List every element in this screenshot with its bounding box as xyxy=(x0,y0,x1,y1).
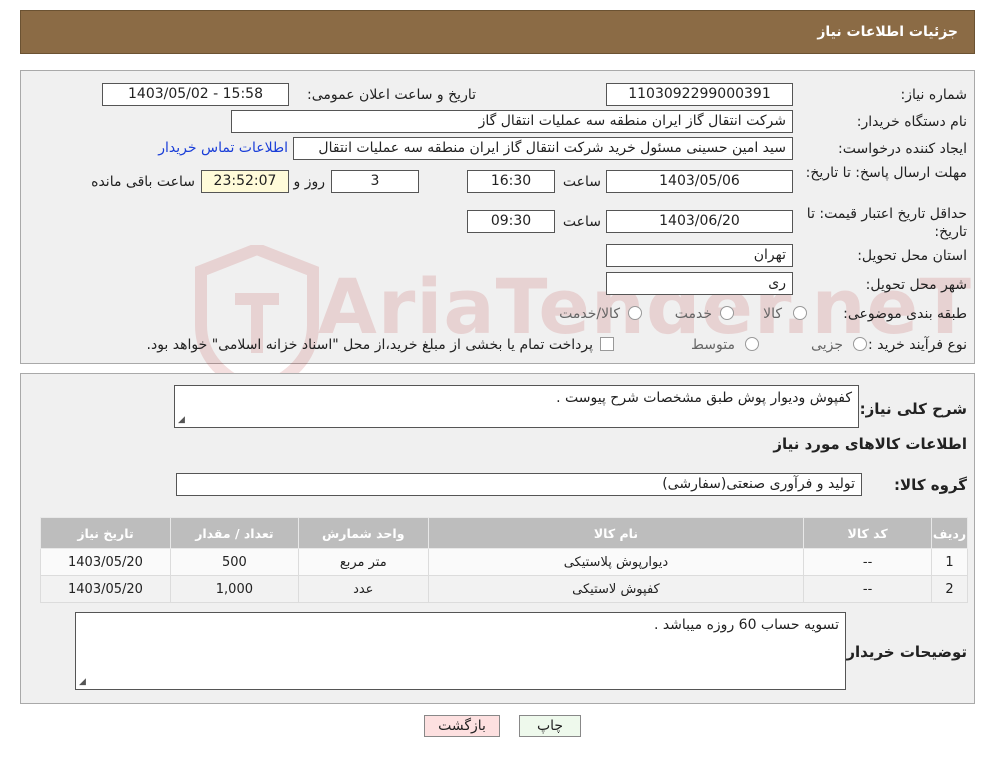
unit: متر مربع xyxy=(297,548,429,576)
back-button[interactable]: بازگشت xyxy=(424,715,500,737)
buyer-notes-label: توضیحات خریدار: xyxy=(840,643,967,661)
summary-textarea[interactable]: کفپوش ودیوار پوش طبق مشخصات شرح پیوست . … xyxy=(174,385,859,428)
deadline-hour-label: ساعت xyxy=(562,174,601,190)
unit: عدد xyxy=(297,575,429,603)
process-radio-minor[interactable] xyxy=(853,337,867,351)
row-no: 2 xyxy=(931,575,968,603)
deadline-time-field: 16:30 xyxy=(467,170,555,193)
items-table: ردیف کد کالا نام کالا واحد شمارش تعداد /… xyxy=(40,517,968,603)
category-option-goods-service: کالا/خدمت xyxy=(559,306,620,322)
quantity: 500 xyxy=(169,548,299,576)
goods-group-label: گروه کالا: xyxy=(894,476,967,494)
buyer-notes-textarea[interactable]: تسویه حساب 60 روزه میباشد . ◢ xyxy=(75,612,846,690)
col-unit: واحد شمارش xyxy=(297,517,429,549)
remaining-label: ساعت باقی مانده xyxy=(91,174,195,190)
day-and-label: روز و xyxy=(293,174,326,190)
category-option-service: خدمت xyxy=(674,306,712,322)
goods-group-field: تولید و فرآوری صنعتی(سفارشی) xyxy=(176,473,862,496)
col-row-no: ردیف xyxy=(931,517,968,549)
category-radio-service[interactable] xyxy=(720,306,734,320)
validity-time-field: 09:30 xyxy=(467,210,555,233)
treasury-checkbox[interactable] xyxy=(600,337,614,351)
need-date: 1403/05/20 xyxy=(40,575,171,603)
creator-field: سید امین حسینی مسئول خرید شرکت انتقال گا… xyxy=(293,137,793,160)
buyer-notes-text: تسویه حساب 60 روزه میباشد . xyxy=(653,617,839,633)
need-number-label: شماره نیاز: xyxy=(900,87,968,103)
table-row: 2 -- کفپوش لاستیکی عدد 1,000 1403/05/20 xyxy=(40,575,968,603)
summary-text: کفپوش ودیوار پوش طبق مشخصات شرح پیوست . xyxy=(556,390,852,406)
process-note: پرداخت تمام یا بخشی از مبلغ خرید،از محل … xyxy=(146,337,593,353)
category-option-goods: کالا xyxy=(763,306,782,322)
remaining-time-field: 23:52:07 xyxy=(201,170,289,193)
days-field: 3 xyxy=(331,170,419,193)
deadline-date-field: 1403/05/06 xyxy=(606,170,793,193)
category-label: طبقه بندی موضوعی: xyxy=(843,306,967,322)
province-field: تهران xyxy=(606,244,793,267)
table-row: 1 -- دیوارپوش پلاستیکی متر مربع 500 1403… xyxy=(40,548,968,576)
province-label: استان محل تحویل: xyxy=(857,248,967,264)
col-quantity: تعداد / مقدار xyxy=(169,517,299,549)
city-label: شهر محل تحویل: xyxy=(865,277,967,293)
process-radio-medium[interactable] xyxy=(745,337,759,351)
buyer-org-field: شرکت انتقال گاز ایران منطقه سه عملیات ان… xyxy=(231,110,793,133)
summary-label: شرح کلی نیاز: xyxy=(859,400,967,418)
validity-date-field: 1403/06/20 xyxy=(606,210,793,233)
print-button[interactable]: چاپ xyxy=(519,715,581,737)
col-goods-code: کد کالا xyxy=(803,517,933,549)
deadline-label: مهلت ارسال پاسخ: تا تاریخ: xyxy=(805,165,967,181)
category-radio-goods-service[interactable] xyxy=(628,306,642,320)
process-option-minor: جزیی xyxy=(811,337,843,353)
validity-label: حداقل تاریخ اعتبار قیمت: تا تاریخ: xyxy=(806,206,967,240)
col-need-date: تاریخ نیاز xyxy=(40,517,171,549)
goods-info-title: اطلاعات کالاهای مورد نیاز xyxy=(773,435,967,453)
goods-code: -- xyxy=(803,548,933,576)
row-no: 1 xyxy=(931,548,968,576)
city-field: ری xyxy=(606,272,793,295)
announce-label: تاریخ و ساعت اعلان عمومی: xyxy=(307,87,476,103)
items-table-container: ردیف کد کالا نام کالا واحد شمارش تعداد /… xyxy=(40,517,968,603)
goods-code: -- xyxy=(803,575,933,603)
validity-hour-label: ساعت xyxy=(562,214,601,230)
table-header-row: ردیف کد کالا نام کالا واحد شمارش تعداد /… xyxy=(40,517,968,549)
category-radio-goods[interactable] xyxy=(793,306,807,320)
goods-name: کفپوش لاستیکی xyxy=(427,575,805,603)
need-date: 1403/05/20 xyxy=(40,548,171,576)
creator-label: ایجاد کننده درخواست: xyxy=(838,141,967,157)
process-option-medium: متوسط xyxy=(691,337,735,353)
col-goods-name: نام کالا xyxy=(427,517,805,549)
process-label: نوع فرآیند خرید : xyxy=(868,337,967,353)
buyer-contact-link[interactable]: اطلاعات تماس خریدار xyxy=(158,140,288,156)
resize-grip-icon[interactable]: ◢ xyxy=(178,415,185,425)
goods-name: دیوارپوش پلاستیکی xyxy=(427,548,805,576)
resize-grip-icon[interactable]: ◢ xyxy=(79,677,86,687)
buyer-org-label: نام دستگاه خریدار: xyxy=(856,114,967,130)
need-number-field: 1103092299000391 xyxy=(606,83,793,106)
announce-field: 1403/05/02 - 15:58 xyxy=(102,83,289,106)
page-header: جزئیات اطلاعات نیاز xyxy=(20,10,975,54)
quantity: 1,000 xyxy=(169,575,299,603)
